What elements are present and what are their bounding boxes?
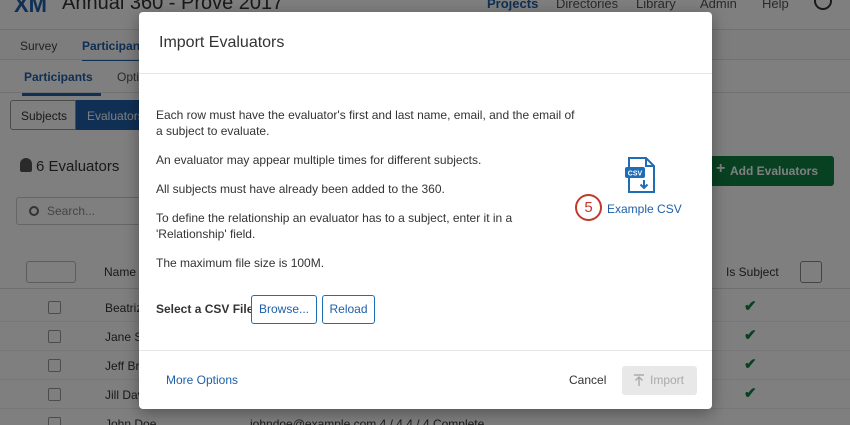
instruction-file-size: The maximum file size is 100M. <box>156 256 325 270</box>
dialog-header: Import Evaluators <box>139 12 712 74</box>
instruction-multiple: An evaluator may appear multiple times f… <box>156 153 482 167</box>
upload-icon <box>634 374 644 386</box>
dialog-title: Import Evaluators <box>159 34 285 51</box>
instruction-subjects-added: All subjects must have already been adde… <box>156 182 445 196</box>
select-csv-label: Select a CSV File <box>156 302 254 316</box>
cancel-button[interactable]: Cancel <box>569 373 606 387</box>
more-options-link[interactable]: More Options <box>166 373 238 387</box>
import-label: Import <box>650 373 685 387</box>
example-csv-link[interactable]: Example CSV <box>607 202 682 216</box>
instruction-relationship: To define the relationship an evaluator … <box>156 211 513 241</box>
csv-icon-label: CSV <box>628 171 643 178</box>
import-button[interactable]: Import <box>622 366 697 395</box>
csv-file-icon[interactable]: CSV <box>625 156 657 194</box>
dialog-footer: More Options Cancel Import <box>139 350 712 409</box>
reload-button[interactable]: Reload <box>322 295 375 324</box>
step-badge: 5 <box>575 194 602 221</box>
instruction-row-format: Each row must have the evaluator's first… <box>156 108 575 138</box>
browse-button[interactable]: Browse... <box>251 295 317 324</box>
import-evaluators-dialog: Import Evaluators Each row must have the… <box>139 12 712 409</box>
